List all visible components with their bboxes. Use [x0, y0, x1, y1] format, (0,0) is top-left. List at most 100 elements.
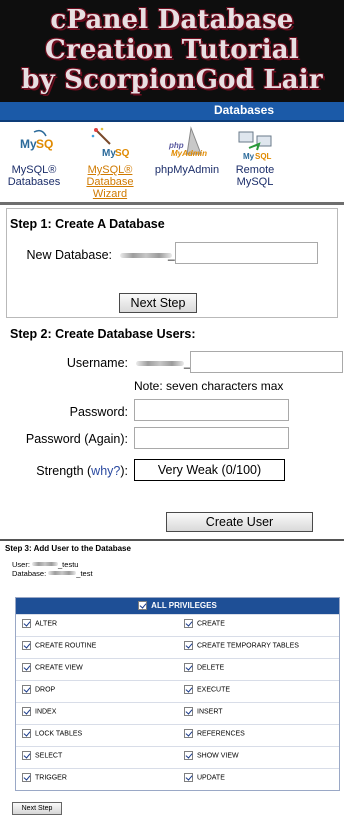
privilege-checkbox[interactable]: [22, 685, 31, 694]
privilege-label: DELETE: [197, 664, 225, 672]
redacted-prefix: [136, 361, 184, 366]
privilege-row: LOCK TABLES REFERENCES: [16, 724, 339, 746]
privilege-checkbox[interactable]: [184, 707, 193, 716]
privilege-item[interactable]: CREATE TEMPORARY TABLES: [184, 641, 299, 650]
privilege-row: INDEX INSERT: [16, 702, 339, 724]
mysql-databases-tool[interactable]: My SQL MySQL® Databases: [3, 126, 65, 188]
phpmyadmin-tool[interactable]: php MyAdmin phpMyAdmin: [148, 126, 226, 176]
svg-text:My: My: [20, 137, 37, 151]
password-again-label: Password (Again):: [25, 432, 128, 446]
privilege-label: CREATE ROUTINE: [35, 642, 97, 650]
phpmyadmin-icon: php MyAdmin: [148, 126, 226, 162]
privilege-checkbox[interactable]: [184, 685, 193, 694]
privilege-checkbox[interactable]: [22, 619, 31, 628]
step3-database-line: Database: _test: [12, 569, 93, 578]
privilege-checkbox[interactable]: [184, 641, 193, 650]
privilege-checkbox[interactable]: [22, 751, 31, 760]
strength-meter: Very Weak (0/100): [134, 459, 285, 481]
remote-mysql-icon: My SQL: [226, 126, 284, 162]
privilege-item[interactable]: CREATE ROUTINE: [22, 641, 96, 650]
privilege-item[interactable]: SHOW VIEW: [184, 751, 239, 760]
new-database-label: New Database:: [26, 248, 112, 262]
new-database-input[interactable]: [175, 242, 318, 264]
databases-toolbar: My SQL MySQL® Databases My SQL MySQL® Da…: [0, 122, 344, 200]
mysql-databases-label: MySQL® Databases: [7, 164, 61, 188]
privilege-checkbox[interactable]: [22, 773, 31, 782]
step1-title: Step 1: Create A Database: [10, 217, 165, 231]
privilege-item[interactable]: ALTER: [22, 619, 57, 628]
privilege-row: DROP EXECUTE: [16, 680, 339, 702]
privilege-label: CREATE TEMPORARY TABLES: [197, 642, 299, 650]
redacted-prefix: [120, 253, 172, 258]
divider: [0, 202, 344, 205]
privilege-label: CREATE VIEW: [35, 664, 83, 672]
privilege-item[interactable]: CREATE: [184, 619, 225, 628]
step3-next-button[interactable]: Next Step: [12, 802, 62, 815]
privilege-item[interactable]: INDEX: [22, 707, 56, 716]
privilege-label: LOCK TABLES: [35, 730, 83, 738]
privilege-row: ALTER CREATE: [16, 614, 339, 636]
why-link[interactable]: why?: [91, 464, 120, 478]
privilege-item[interactable]: TRIGGER: [22, 773, 67, 782]
privilege-item[interactable]: EXECUTE: [184, 685, 230, 694]
privilege-checkbox[interactable]: [184, 773, 193, 782]
svg-text:SQL: SQL: [255, 152, 272, 161]
privilege-checkbox[interactable]: [184, 729, 193, 738]
privilege-label: REFERENCES: [197, 730, 245, 738]
step3-title: Step 3: Add User to the Database: [5, 544, 131, 553]
privilege-checkbox[interactable]: [22, 707, 31, 716]
privilege-checkbox[interactable]: [184, 663, 193, 672]
username-input[interactable]: [190, 351, 343, 373]
phpmyadmin-label: phpMyAdmin: [154, 164, 220, 176]
privilege-row: CREATE ROUTINE CREATE TEMPORARY TABLES: [16, 636, 339, 658]
create-user-button[interactable]: Create User: [166, 512, 313, 532]
username-note: Note: seven characters max: [134, 379, 284, 393]
user-label: User:: [12, 560, 30, 569]
privilege-checkbox[interactable]: [22, 729, 31, 738]
privilege-item[interactable]: SELECT: [22, 751, 62, 760]
password-again-input[interactable]: [134, 427, 289, 449]
privilege-item[interactable]: DROP: [22, 685, 55, 694]
privilege-checkbox[interactable]: [22, 641, 31, 650]
mysql-database-wizard-tool[interactable]: My SQL MySQL® Database Wizard: [78, 126, 142, 200]
privilege-checkbox[interactable]: [184, 619, 193, 628]
password-input[interactable]: [134, 399, 289, 421]
step1-next-button[interactable]: Next Step: [119, 293, 197, 313]
username-label: Username:: [66, 356, 128, 370]
svg-text:SQL: SQL: [115, 148, 130, 159]
step3-user-line: User: _testu: [12, 560, 78, 569]
all-privileges-checkbox[interactable]: [138, 601, 148, 611]
svg-text:MyAdmin: MyAdmin: [171, 149, 207, 158]
privilege-label: EXECUTE: [197, 686, 231, 694]
redacted-prefix: [48, 571, 77, 576]
privilege-item[interactable]: LOCK TABLES: [22, 729, 82, 738]
privilege-row: SELECT SHOW VIEW: [16, 746, 339, 768]
privilege-label: ALTER: [35, 620, 58, 628]
banner-line-2: Creation Tutorial: [45, 35, 299, 65]
mysql-wizard-icon: My SQL: [78, 126, 142, 162]
step2-title: Step 2: Create Database Users:: [10, 327, 196, 341]
privilege-item[interactable]: DELETE: [184, 663, 224, 672]
privilege-checkbox[interactable]: [184, 751, 193, 760]
all-privileges-row: ALL PRIVILEGES: [16, 598, 339, 614]
privilege-checkbox[interactable]: [22, 663, 31, 672]
privilege-label: UPDATE: [197, 774, 225, 782]
strength-label: Strength (why?):: [36, 464, 128, 478]
step3-panel: Step 3: Add User to the Database User: _…: [0, 539, 344, 821]
redacted-prefix: [32, 562, 59, 567]
step2-panel: Step 2: Create Database Users: Username:…: [6, 321, 343, 536]
password-label: Password:: [69, 405, 128, 419]
svg-text:SQL: SQL: [36, 137, 54, 151]
privilege-row: TRIGGER UPDATE: [16, 768, 339, 790]
privileges-table: ALL PRIVILEGES ALTER CREATE CREATE ROUTINE…: [15, 597, 340, 791]
privilege-item[interactable]: REFERENCES: [184, 729, 245, 738]
privilege-label: DROP: [35, 686, 56, 694]
privilege-item[interactable]: CREATE VIEW: [22, 663, 83, 672]
privilege-item[interactable]: UPDATE: [184, 773, 225, 782]
remote-mysql-tool[interactable]: My SQL Remote MySQL: [226, 126, 284, 188]
privilege-label: SHOW VIEW: [197, 752, 239, 760]
svg-text:My: My: [243, 152, 255, 161]
privilege-label: TRIGGER: [35, 774, 67, 782]
prefix-underscore: _: [168, 247, 175, 261]
privilege-item[interactable]: INSERT: [184, 707, 223, 716]
